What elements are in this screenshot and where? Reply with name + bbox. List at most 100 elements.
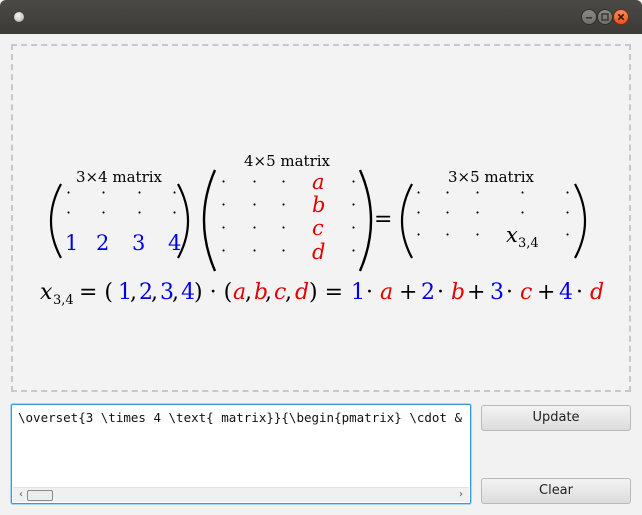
matrix-c-entry: x 3,4 [506, 223, 539, 251]
svg-text:·: · [101, 183, 106, 202]
svg-text:·: · [281, 172, 286, 191]
svg-text:) =: ) = [309, 280, 343, 305]
svg-text:,: , [265, 280, 272, 305]
svg-text:·: · [66, 183, 71, 202]
svg-text:·: · [137, 203, 142, 222]
svg-text:·: · [445, 203, 450, 222]
svg-text:a: a [312, 170, 325, 194]
svg-text:·: · [437, 280, 444, 305]
math-render-area: 3×4 matrix · · · · · · · · 1 2 3 4 4×5 m… [11, 44, 631, 392]
matrix-a-left-paren [50, 183, 62, 259]
update-button[interactable]: Update [481, 405, 631, 431]
maximize-button[interactable] [597, 9, 613, 25]
matrix-a-dots: · · · · · · · · [66, 183, 177, 222]
svg-text:·: · [252, 241, 257, 260]
svg-text:·: · [137, 183, 142, 202]
svg-text:3,4: 3,4 [518, 236, 539, 251]
svg-text:·: · [445, 225, 450, 244]
svg-text:2: 2 [421, 280, 435, 305]
svg-text:4: 4 [181, 280, 195, 305]
matrix-b-left-paren [202, 169, 217, 272]
svg-text:+: + [467, 280, 485, 305]
minimize-button[interactable] [581, 9, 597, 25]
svg-text:) · (: ) · ( [194, 280, 232, 305]
svg-text:b: b [312, 193, 325, 217]
svg-text:·: · [565, 203, 570, 222]
svg-text:4: 4 [559, 280, 573, 305]
svg-text:·: · [172, 183, 177, 202]
svg-text:x: x [40, 280, 53, 305]
svg-text:·: · [281, 241, 286, 260]
svg-text:·: · [221, 172, 226, 191]
matrix-c-left-paren [401, 183, 413, 259]
svg-text:·: · [576, 280, 583, 305]
matrix-b-col4: a b c d [312, 170, 325, 264]
svg-text:3: 3 [490, 280, 504, 305]
svg-text:·: · [281, 218, 286, 237]
svg-text:·: · [475, 183, 480, 202]
svg-text:·: · [252, 218, 257, 237]
svg-text:b: b [451, 280, 465, 305]
svg-text:,: , [245, 280, 252, 305]
svg-text:·: · [366, 280, 373, 305]
app-icon [14, 12, 24, 22]
svg-text:·: · [221, 218, 226, 237]
svg-text:d: d [312, 240, 325, 264]
svg-text:·: · [172, 203, 177, 222]
svg-text:1: 1 [65, 231, 78, 255]
matrix-c-right-paren [574, 183, 586, 259]
svg-text:d: d [295, 280, 309, 305]
clear-button[interactable]: Clear [481, 478, 631, 504]
svg-text:c: c [520, 280, 532, 305]
svg-text:,: , [130, 280, 137, 305]
svg-text:·: · [101, 203, 106, 222]
svg-text:·: · [351, 241, 356, 260]
minimize-icon [586, 17, 592, 19]
svg-text:a: a [380, 280, 393, 305]
svg-text:·: · [520, 183, 525, 202]
matrix-a-row3: 1 2 3 4 [65, 231, 181, 255]
maximize-icon [601, 13, 609, 21]
svg-text:+: + [399, 280, 417, 305]
scrollbar-thumb[interactable] [27, 490, 53, 501]
close-button[interactable] [613, 9, 629, 25]
scroll-left-icon[interactable]: ‹ [15, 489, 27, 501]
svg-text:·: · [506, 280, 513, 305]
svg-text:·: · [351, 172, 356, 191]
svg-text:·: · [221, 241, 226, 260]
svg-text:3,4: 3,4 [53, 293, 74, 308]
scroll-right-icon[interactable]: › [455, 489, 467, 501]
svg-text:x: x [506, 223, 518, 247]
svg-text:2: 2 [96, 231, 109, 255]
svg-text:c: c [312, 216, 324, 240]
matrix-a-label: 3×4 matrix [76, 168, 163, 186]
svg-text:,: , [172, 280, 179, 305]
svg-text:3: 3 [132, 231, 145, 255]
title-bar [0, 0, 642, 34]
svg-text:,: , [285, 280, 292, 305]
svg-text:·: · [520, 203, 525, 222]
svg-text:d: d [590, 280, 604, 305]
svg-text:·: · [66, 203, 71, 222]
svg-text:·: · [475, 203, 480, 222]
rendered-equation: 3×4 matrix · · · · · · · · 1 2 3 4 4×5 m… [40, 152, 604, 308]
svg-text:·: · [565, 225, 570, 244]
svg-text:= (: = ( [79, 280, 113, 305]
latex-input-area[interactable]: \overset{3 \times 4 \text{ matrix}}{\beg… [11, 404, 471, 504]
equals-sign: = [374, 207, 392, 232]
svg-text:·: · [445, 183, 450, 202]
window-content: 3×4 matrix · · · · · · · · 1 2 3 4 4×5 m… [0, 34, 642, 515]
svg-text:·: · [252, 172, 257, 191]
matrix-b-right-paren [358, 169, 373, 272]
svg-text:4: 4 [168, 231, 181, 255]
svg-text:,: , [151, 280, 158, 305]
svg-text:·: · [252, 195, 257, 214]
svg-text:·: · [416, 203, 421, 222]
svg-text:·: · [281, 195, 286, 214]
svg-text:·: · [565, 183, 570, 202]
horizontal-scrollbar[interactable]: ‹ › [13, 487, 469, 502]
latex-input-text[interactable]: \overset{3 \times 4 \text{ matrix}}{\beg… [18, 410, 463, 425]
svg-text:·: · [416, 183, 421, 202]
svg-text:·: · [475, 225, 480, 244]
close-icon [617, 13, 625, 21]
